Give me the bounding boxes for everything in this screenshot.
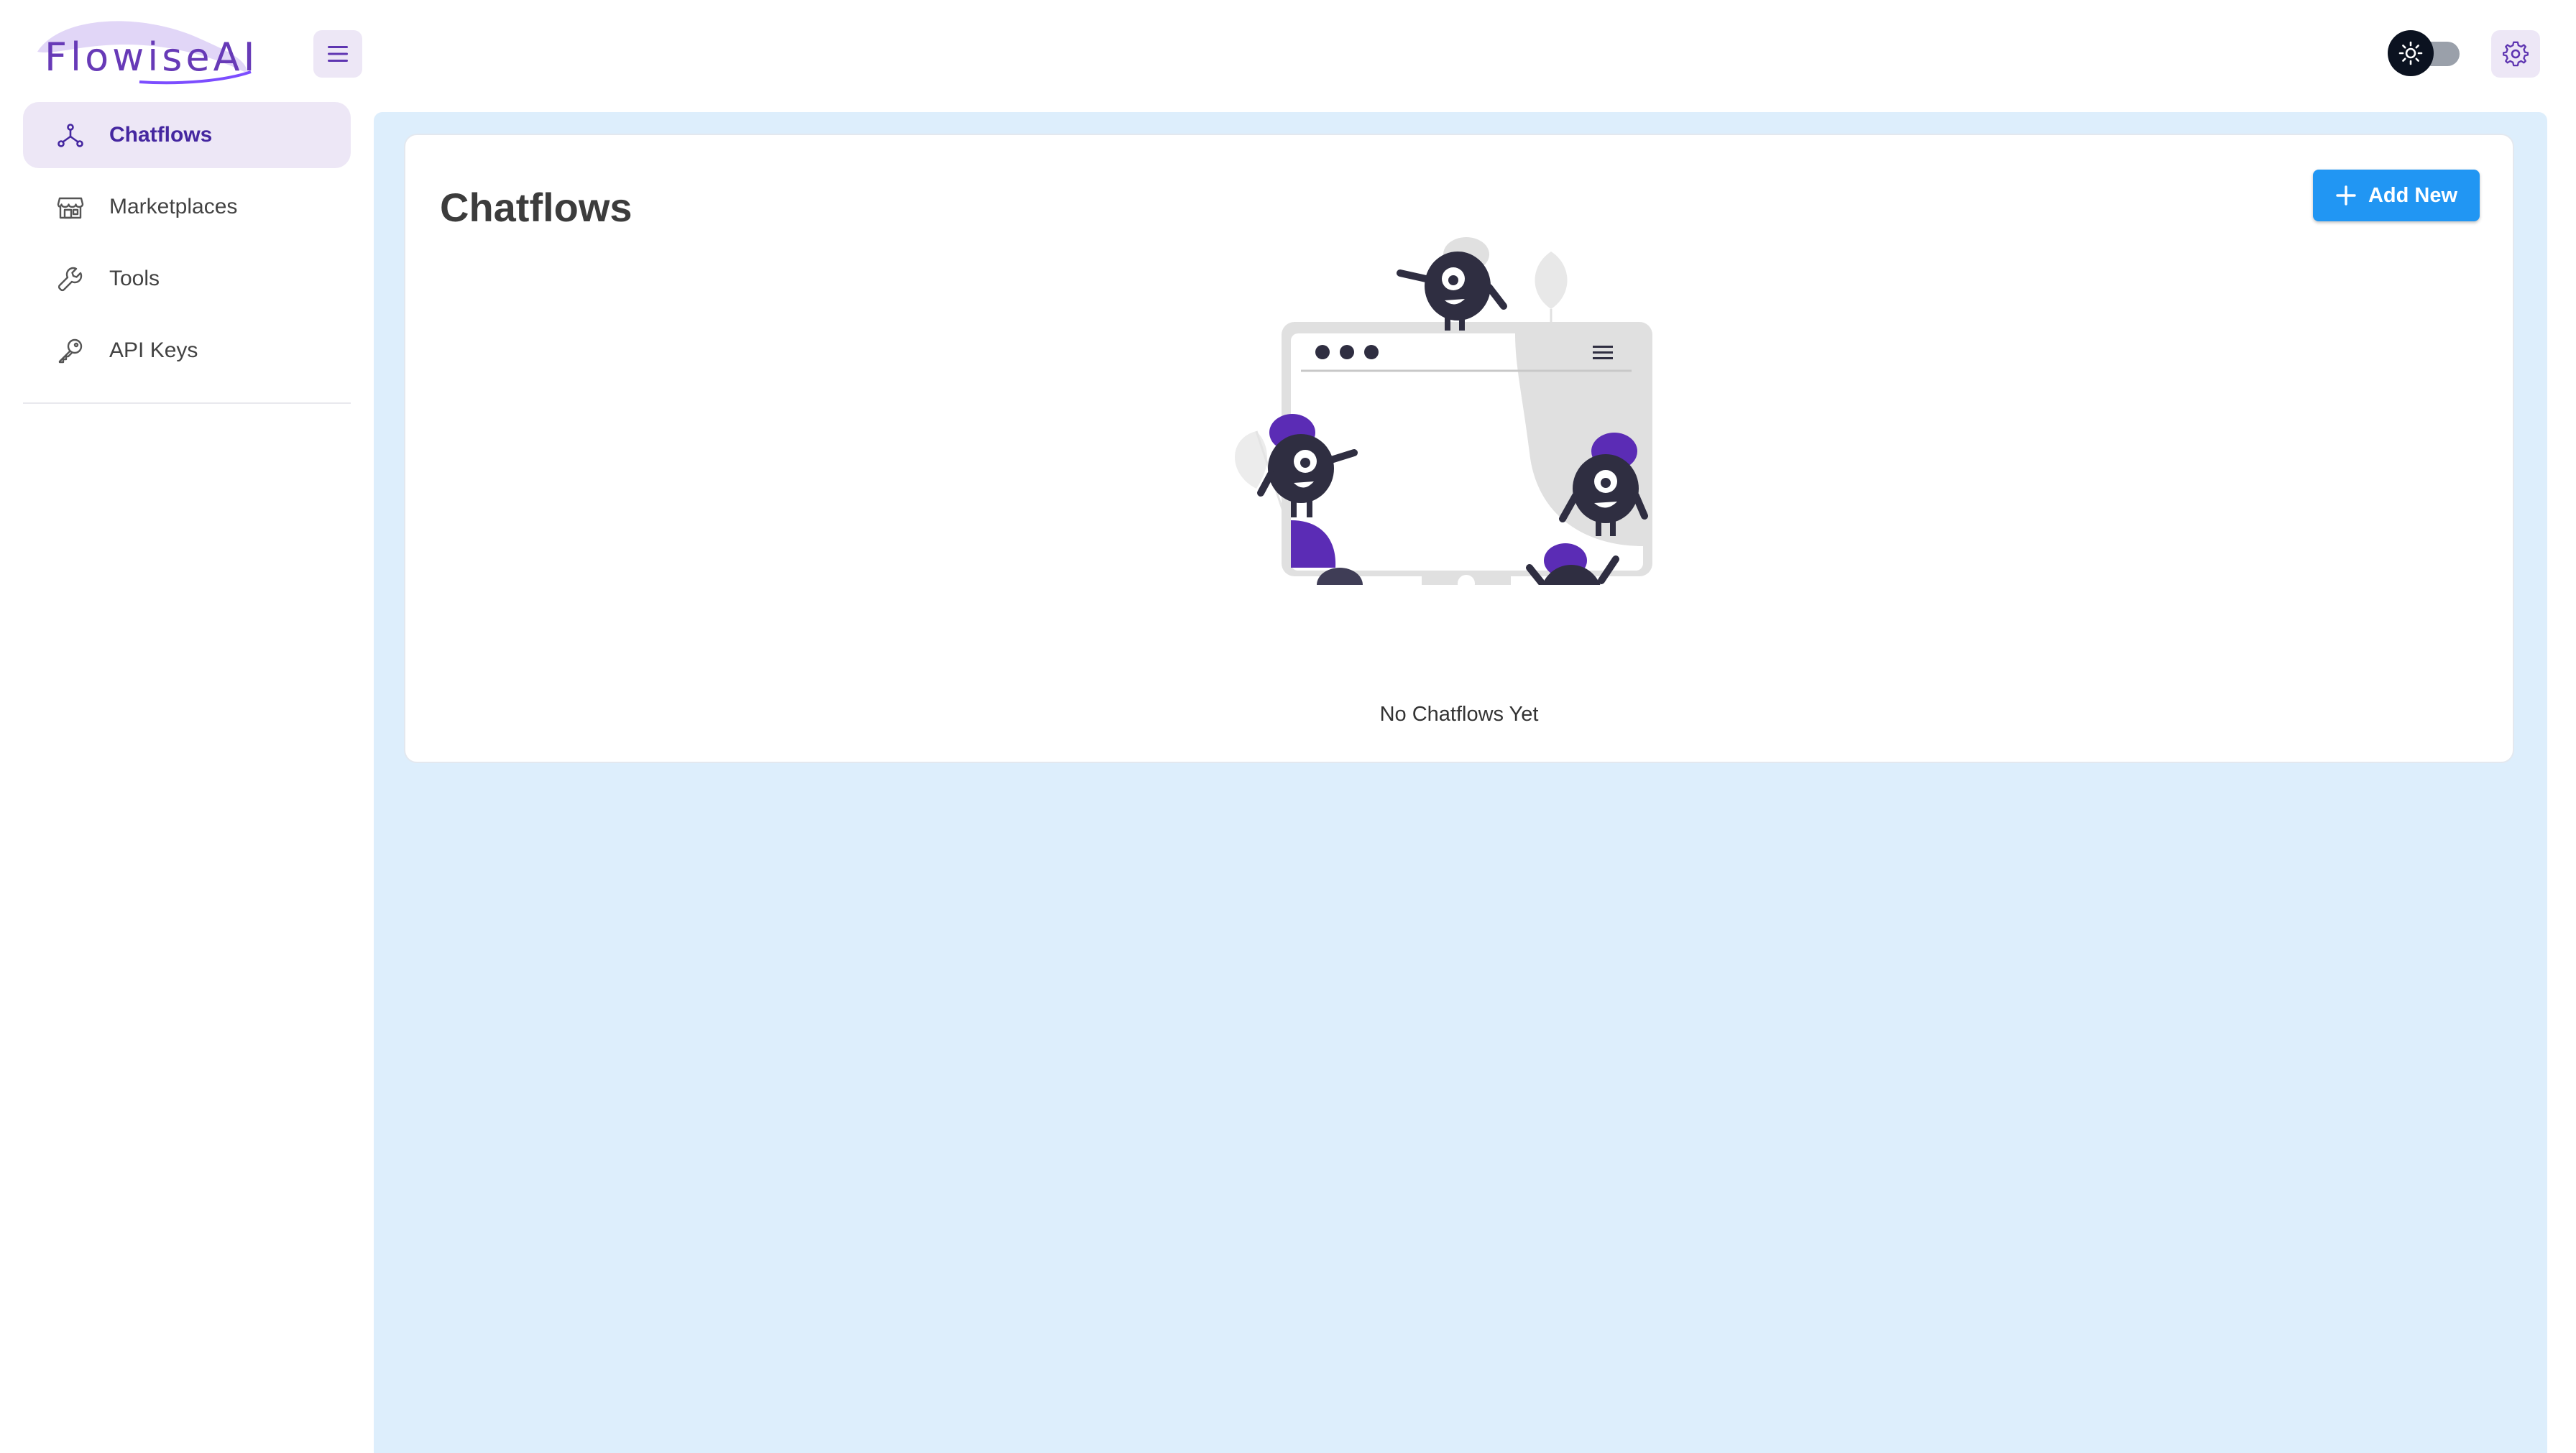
- sun-icon: [2398, 41, 2423, 65]
- hamburger-icon: [328, 46, 348, 62]
- chatflows-card: Chatflows Add New No Chatflows Yet: [404, 134, 2514, 763]
- settings-button[interactable]: [2491, 30, 2540, 78]
- sidebar-item-tools[interactable]: Tools: [23, 246, 351, 312]
- sidebar-item-label: Chatflows: [109, 123, 213, 147]
- empty-state-text: No Chatflows Yet: [1379, 703, 1539, 726]
- sidebar-item-label: Tools: [109, 267, 160, 290]
- sidebar-divider: [23, 402, 351, 404]
- chatflow-icon: [58, 124, 83, 147]
- logo-text: FlowiseAI: [45, 34, 259, 80]
- menu-toggle-button[interactable]: [313, 30, 362, 78]
- store-icon: [57, 197, 84, 219]
- sidebar-item-label: Marketplaces: [109, 195, 238, 218]
- sidebar: Chatflows Marketplaces Tools API Keys: [0, 102, 374, 1453]
- page-title: Chatflows: [440, 185, 632, 230]
- key-icon: [58, 338, 83, 364]
- plus-icon: [2336, 185, 2356, 206]
- sidebar-item-api-keys[interactable]: API Keys: [23, 318, 351, 384]
- sidebar-item-marketplaces[interactable]: Marketplaces: [23, 174, 351, 240]
- empty-state-illustration: [1235, 237, 1652, 585]
- sidebar-item-chatflows[interactable]: Chatflows: [23, 102, 351, 168]
- main-content: Chatflows Add New No Chatflows Yet: [374, 112, 2547, 1453]
- add-new-label: Add New: [2368, 183, 2458, 207]
- toggle-knob: [2388, 30, 2434, 76]
- dark-mode-toggle[interactable]: [2388, 29, 2464, 78]
- wrench-icon: [58, 267, 83, 292]
- sidebar-item-label: API Keys: [109, 338, 198, 362]
- gear-icon: [2503, 41, 2529, 67]
- add-new-button[interactable]: Add New: [2313, 170, 2480, 221]
- flowise-logo: FlowiseAI: [32, 16, 255, 92]
